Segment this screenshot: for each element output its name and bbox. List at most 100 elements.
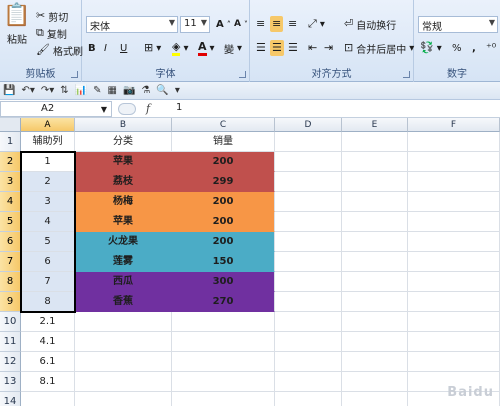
sales-cell[interactable]: 200: [172, 212, 275, 232]
sales-cell[interactable]: 200: [172, 232, 275, 252]
undo-icon[interactable]: ↶▾: [21, 85, 34, 96]
grid-cell[interactable]: [172, 372, 275, 392]
row-header[interactable]: 13: [0, 372, 21, 392]
spreadsheet-grid[interactable]: A B C D E F 1 2 3 4 5 6 7 8 9 10 11 12 13 14 辅助列 分类 销量 1 苹果 200 2 荔…: [0, 118, 500, 406]
row-header[interactable]: 5: [0, 212, 21, 232]
helper-cell[interactable]: 6: [21, 252, 75, 272]
align-center-button[interactable]: ☰: [270, 40, 284, 56]
align-top-button[interactable]: ≡: [254, 16, 267, 32]
category-cell[interactable]: 火龙果: [75, 232, 172, 252]
grid-cell[interactable]: [275, 332, 342, 352]
border-button[interactable]: ⊞ ▾: [142, 40, 163, 56]
grid-cell[interactable]: [275, 312, 342, 332]
italic-button[interactable]: I: [102, 40, 109, 56]
category-cell[interactable]: 莲雾: [75, 252, 172, 272]
edit-icon[interactable]: ✎: [93, 85, 101, 96]
grid-cell[interactable]: [75, 392, 172, 406]
grid-cell[interactable]: [172, 352, 275, 372]
row-header[interactable]: 1: [0, 132, 21, 152]
category-cell[interactable]: 杨梅: [75, 192, 172, 212]
sort-icon[interactable]: ⇅: [60, 85, 68, 96]
grid-cell[interactable]: [275, 252, 342, 272]
grid-cell[interactable]: [408, 212, 500, 232]
grid-cell[interactable]: [21, 392, 75, 406]
helper-cell[interactable]: 5: [21, 232, 75, 252]
helper-cell[interactable]: 1: [21, 152, 75, 172]
category-cell[interactable]: 荔枝: [75, 172, 172, 192]
row-header[interactable]: 12: [0, 352, 21, 372]
number-format-select[interactable]: 常规 ▼: [418, 16, 498, 33]
grid-cell[interactable]: [342, 272, 408, 292]
cut-button[interactable]: ✂ 剪切: [34, 8, 70, 24]
grid-cell[interactable]: [75, 312, 172, 332]
grid-cell[interactable]: [275, 232, 342, 252]
grid-cell[interactable]: [275, 132, 342, 152]
percent-button[interactable]: %: [450, 40, 464, 56]
font-color-button[interactable]: A ▾: [196, 40, 217, 56]
grid-cell[interactable]: [408, 292, 500, 312]
helper-cell[interactable]: 3: [21, 192, 75, 212]
column-header-b[interactable]: B: [75, 118, 172, 132]
grid-cell[interactable]: [172, 392, 275, 406]
paste-button[interactable]: 📋 粘贴: [2, 4, 32, 52]
sales-cell[interactable]: 200: [172, 152, 275, 172]
formula-toggle-icon[interactable]: [118, 103, 136, 115]
column-header-e[interactable]: E: [342, 118, 408, 132]
align-bottom-button[interactable]: ≡: [286, 16, 299, 32]
grid-cell[interactable]: [342, 212, 408, 232]
header-cell-category[interactable]: 分类: [75, 132, 172, 152]
font-launcher[interactable]: [239, 71, 246, 78]
insert-function-icon[interactable]: f: [146, 102, 150, 115]
merge-center-button[interactable]: ⊡ 合并后居中 ▾: [342, 40, 416, 56]
grid-cell[interactable]: [408, 192, 500, 212]
name-box[interactable]: A2 ▼: [0, 101, 112, 117]
grid-cell[interactable]: [342, 172, 408, 192]
row-header[interactable]: 7: [0, 252, 21, 272]
grid-cell[interactable]: [342, 332, 408, 352]
column-header-f[interactable]: F: [408, 118, 500, 132]
font-size-select[interactable]: 11 ▼: [180, 16, 210, 33]
helper-cell[interactable]: 4: [21, 212, 75, 232]
grow-font-button[interactable]: A ˄: [214, 16, 233, 32]
sales-cell[interactable]: 150: [172, 252, 275, 272]
grid-cell[interactable]: [408, 172, 500, 192]
camera-icon[interactable]: 📷: [123, 85, 135, 96]
row-header[interactable]: 9: [0, 292, 21, 312]
grid-cell[interactable]: [275, 372, 342, 392]
grid-cell[interactable]: [408, 352, 500, 372]
formula-input[interactable]: 1: [176, 102, 182, 113]
helper-cell[interactable]: 2: [21, 172, 75, 192]
row-header[interactable]: 11: [0, 332, 21, 352]
select-all-corner[interactable]: [0, 118, 21, 132]
row-header[interactable]: 14: [0, 392, 21, 406]
column-header-a[interactable]: A: [21, 118, 75, 132]
sales-cell[interactable]: 300: [172, 272, 275, 292]
helper-cell[interactable]: 4.1: [21, 332, 75, 352]
clipboard-launcher[interactable]: [71, 71, 78, 78]
font-name-select[interactable]: 宋体 ▼: [86, 16, 178, 33]
grid-cell[interactable]: [275, 212, 342, 232]
print-preview-icon[interactable]: 🔍: [156, 85, 168, 96]
customize-qat-icon[interactable]: ▾: [175, 85, 180, 96]
helper-cell[interactable]: 8: [21, 292, 75, 312]
header-cell-helper[interactable]: 辅助列: [21, 132, 75, 152]
grid-cell[interactable]: [408, 252, 500, 272]
grid-cell[interactable]: [275, 272, 342, 292]
grid-cell[interactable]: [342, 232, 408, 252]
grid-cell[interactable]: [408, 272, 500, 292]
grid-cell[interactable]: [172, 312, 275, 332]
row-header[interactable]: 8: [0, 272, 21, 292]
helper-cell[interactable]: 2.1: [21, 312, 75, 332]
grid-cell[interactable]: [342, 372, 408, 392]
grid-cell[interactable]: [275, 192, 342, 212]
increase-indent-button[interactable]: ⇥: [322, 40, 335, 56]
grid-cell[interactable]: [275, 152, 342, 172]
grid-cell[interactable]: [342, 352, 408, 372]
grid-cell[interactable]: [342, 392, 408, 406]
grid-cell[interactable]: [275, 172, 342, 192]
accounting-button[interactable]: 💱 ▾: [418, 40, 444, 56]
grid-cell[interactable]: [408, 132, 500, 152]
row-header[interactable]: 4: [0, 192, 21, 212]
table-icon[interactable]: ▦: [108, 85, 117, 96]
align-middle-button[interactable]: ≡: [270, 16, 284, 32]
